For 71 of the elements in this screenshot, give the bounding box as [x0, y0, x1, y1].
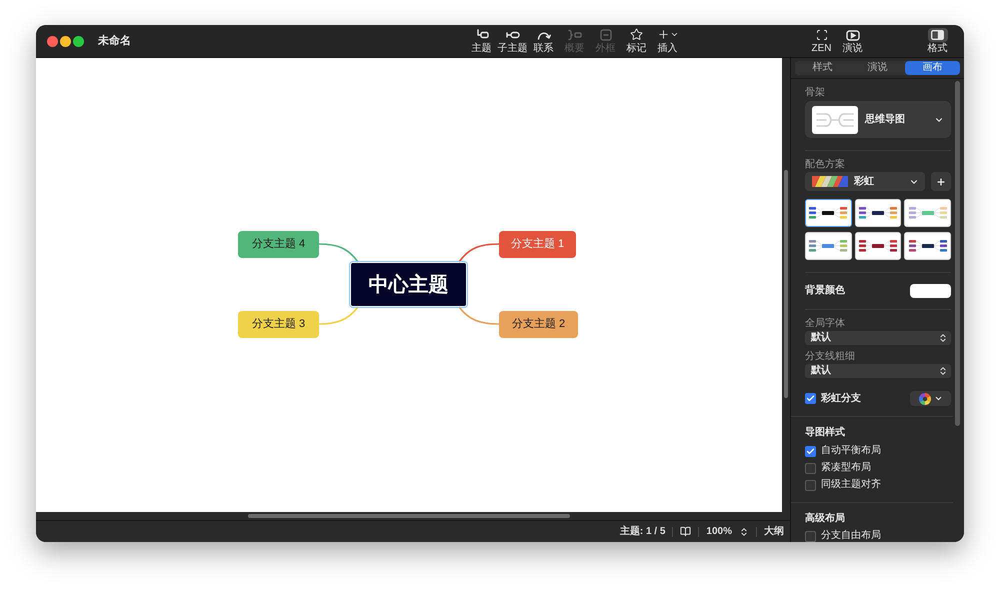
- boundary-icon: [598, 28, 612, 40]
- chevrons-up-down-icon: [938, 366, 948, 376]
- checkmark-icon: [806, 394, 815, 403]
- chevrons-up-down-icon: [938, 333, 948, 343]
- checkbox[interactable]: [805, 446, 816, 456]
- section-heading: 导图样式: [805, 427, 845, 439]
- toolbar-button[interactable]: 演说: [837, 28, 868, 54]
- checkbox[interactable]: [805, 462, 816, 474]
- branch-topic[interactable]: 分支主题 1: [499, 231, 576, 258]
- topic-count: 主题: 1 / 5: [620, 524, 666, 539]
- toolbar-button[interactable]: 主题: [466, 28, 497, 54]
- scrollbar[interactable]: [784, 170, 788, 398]
- plus-icon: [656, 28, 678, 41]
- connector-line: [458, 306, 500, 325]
- star-icon: [630, 28, 643, 41]
- checkbox[interactable]: [805, 530, 816, 542]
- skeleton-dropdown[interactable]: 思维导图: [805, 101, 951, 138]
- toolbar-button[interactable]: 标记: [621, 28, 652, 54]
- checkbox-label: 分支自由布局: [821, 530, 881, 542]
- dropdown-select[interactable]: 默认: [805, 364, 951, 378]
- connector-line: [318, 243, 359, 262]
- scrollbar[interactable]: [955, 81, 960, 426]
- branch-color-dropdown[interactable]: [910, 391, 951, 406]
- minimize-icon[interactable]: [60, 36, 71, 46]
- panel-tab[interactable]: 样式: [795, 61, 850, 75]
- field-label: 配色方案: [805, 159, 845, 171]
- mind-map-structure-icon: [812, 106, 858, 134]
- close-icon[interactable]: [47, 36, 58, 46]
- checkbox-label: 同级主题对齐: [821, 479, 881, 491]
- zoom-level: 100%: [706, 525, 732, 539]
- plus-icon: [936, 176, 946, 186]
- bracket-icon: [568, 28, 582, 40]
- chevron-down-icon: [934, 394, 942, 403]
- color-scheme-dropdown[interactable]: 彩虹: [805, 172, 925, 191]
- add-button[interactable]: [931, 172, 951, 191]
- toolbar-button[interactable]: 格式: [922, 28, 953, 54]
- panel-tab[interactable]: 画布: [905, 61, 960, 75]
- section-heading: 高级布局: [805, 513, 845, 525]
- book-icon[interactable]: [680, 526, 692, 537]
- scrollbar[interactable]: [248, 514, 570, 518]
- toolbar-button[interactable]: 联系: [528, 28, 559, 54]
- zoom-icon[interactable]: [73, 36, 84, 46]
- connector-line: [318, 306, 359, 325]
- checkbox[interactable]: [805, 393, 816, 404]
- color-wheel-icon: [918, 392, 930, 404]
- color-swatch[interactable]: [910, 284, 951, 298]
- checkbox[interactable]: [805, 480, 816, 490]
- central-topic[interactable]: 中心主题: [349, 261, 468, 308]
- field-label: 骨架: [805, 87, 825, 99]
- topic-icon: [474, 28, 488, 40]
- field-label: 分支线粗细: [805, 351, 855, 363]
- dropdown-select[interactable]: 默认: [805, 331, 951, 345]
- section-heading: 背景颜色: [805, 285, 845, 297]
- checkbox-label: 紧凑型布局: [821, 462, 871, 474]
- branch-topic[interactable]: 分支主题 2: [499, 311, 578, 338]
- field-label: 全局字体: [805, 318, 845, 330]
- checkbox-label: 彩虹分支: [821, 392, 861, 404]
- rainbow-swatch-icon: [812, 176, 848, 187]
- toolbar-button[interactable]: ZEN: [806, 28, 837, 54]
- toolbar-button[interactable]: 插入: [652, 28, 683, 54]
- chevrons-up-down-icon[interactable]: [739, 526, 749, 536]
- branch-topic[interactable]: 分支主题 3: [238, 311, 319, 338]
- checkmark-icon: [806, 446, 815, 456]
- connector-line: [458, 243, 500, 262]
- window-title: 未命名: [98, 34, 131, 49]
- checkbox-label: 自动平衡布局: [821, 445, 881, 457]
- color-theme-option[interactable]: [805, 199, 852, 227]
- branch-topic[interactable]: 分支主题 4: [238, 231, 319, 258]
- panel-tab[interactable]: 演说: [850, 61, 905, 75]
- toolbar-button[interactable]: 子主题: [497, 28, 528, 54]
- outline-button[interactable]: 大纲: [764, 524, 784, 539]
